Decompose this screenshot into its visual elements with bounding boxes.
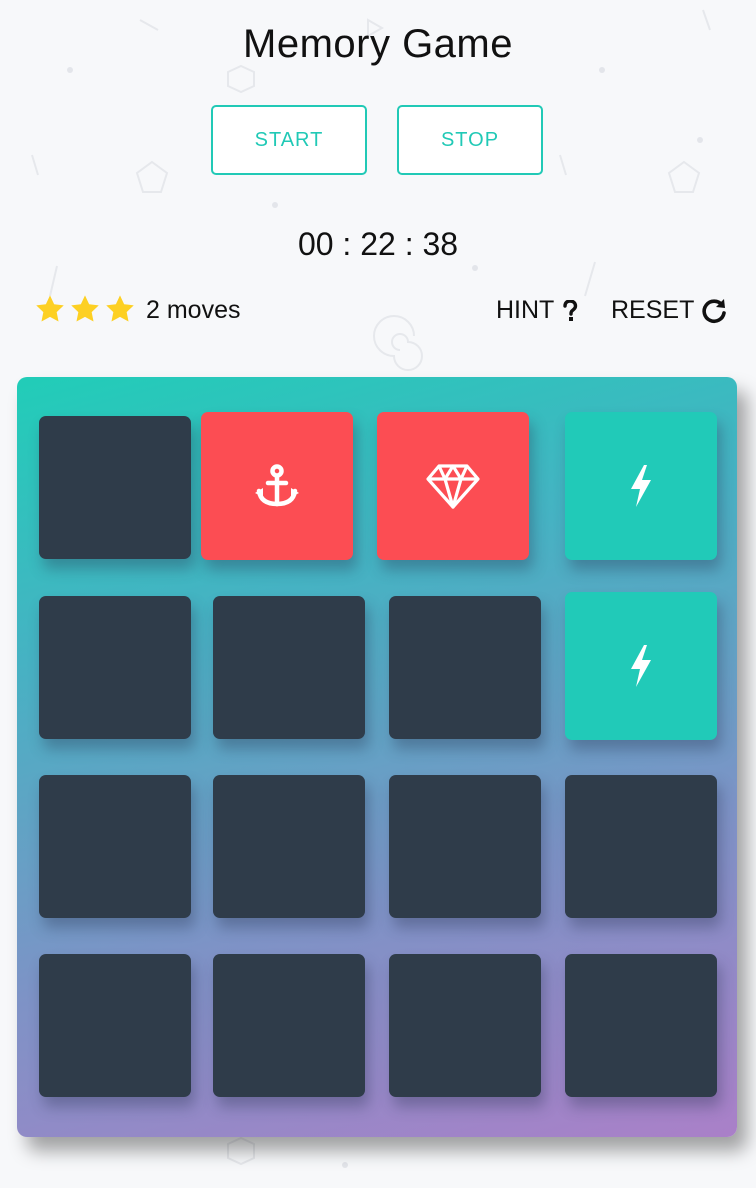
game-timer: 00 : 22 : 38	[297, 226, 459, 262]
refresh-icon	[702, 298, 727, 323]
memory-card[interactable]	[213, 954, 365, 1097]
memory-card[interactable]	[565, 775, 717, 918]
reset-button[interactable]: RESET	[611, 296, 728, 325]
memory-card[interactable]	[565, 954, 717, 1097]
memory-card[interactable]	[389, 596, 541, 739]
anchor-icon	[252, 461, 302, 511]
star-icon	[36, 295, 64, 322]
reset-label: RESET	[611, 296, 695, 324]
memory-card[interactable]	[213, 596, 365, 739]
memory-card[interactable]	[213, 775, 365, 918]
stop-button[interactable]: STOP	[397, 105, 543, 175]
memory-card[interactable]	[201, 412, 353, 560]
memory-card[interactable]	[39, 416, 191, 559]
memory-card[interactable]	[565, 592, 717, 740]
bolt-icon	[625, 643, 657, 689]
memory-card[interactable]	[39, 775, 191, 918]
star-icon	[71, 295, 99, 322]
star-icon	[106, 295, 134, 322]
star-rating	[34, 292, 136, 326]
hint-button[interactable]: HINT	[496, 296, 578, 325]
page-title: Memory Game	[243, 22, 513, 66]
bolt-icon	[625, 463, 657, 509]
memory-card[interactable]	[565, 412, 717, 560]
start-button[interactable]: START	[211, 105, 367, 175]
memory-card[interactable]	[39, 954, 191, 1097]
question-icon	[563, 299, 578, 321]
memory-card[interactable]	[39, 596, 191, 739]
memory-card[interactable]	[377, 412, 529, 560]
memory-card[interactable]	[389, 775, 541, 918]
memory-card[interactable]	[389, 954, 541, 1097]
diamond-icon	[425, 462, 481, 510]
hint-label: HINT	[496, 296, 555, 324]
game-board	[17, 377, 737, 1137]
moves-counter: 2 moves	[146, 296, 241, 324]
